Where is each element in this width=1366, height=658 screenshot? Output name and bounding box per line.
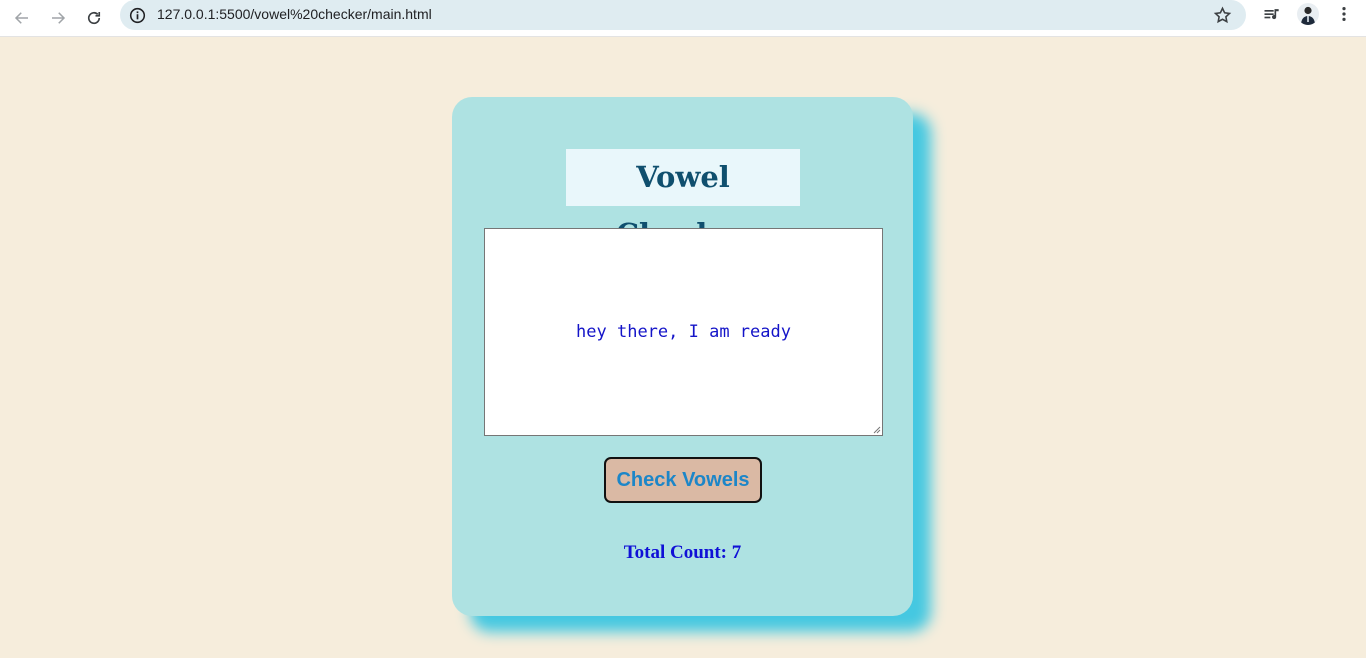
- browser-toolbar: 127.0.0.1:5500/vowel%20checker/main.html: [0, 0, 1366, 37]
- vowel-checker-card: Vowel Checker hey there, I am ready Chec…: [452, 97, 913, 616]
- total-count-result: Total Count: 7: [623, 542, 742, 563]
- back-arrow-icon[interactable]: [8, 4, 36, 32]
- kebab-menu-icon[interactable]: [1334, 4, 1354, 24]
- bookmark-star-icon[interactable]: [1212, 5, 1232, 25]
- input-text: hey there, I am ready: [576, 322, 791, 342]
- text-input-area[interactable]: hey there, I am ready: [484, 228, 883, 436]
- reload-icon[interactable]: [80, 4, 108, 32]
- media-control-icon[interactable]: [1262, 5, 1282, 25]
- site-info-icon[interactable]: [128, 6, 146, 24]
- app-title: Vowel Checker: [566, 149, 800, 251]
- address-bar[interactable]: 127.0.0.1:5500/vowel%20checker/main.html: [120, 0, 1246, 30]
- url-text[interactable]: 127.0.0.1:5500/vowel%20checker/main.html: [157, 6, 432, 22]
- profile-avatar[interactable]: [1297, 3, 1319, 25]
- check-vowels-button[interactable]: Check Vowels: [604, 457, 762, 503]
- forward-arrow-icon[interactable]: [44, 4, 72, 32]
- resize-grip-icon[interactable]: [872, 425, 881, 434]
